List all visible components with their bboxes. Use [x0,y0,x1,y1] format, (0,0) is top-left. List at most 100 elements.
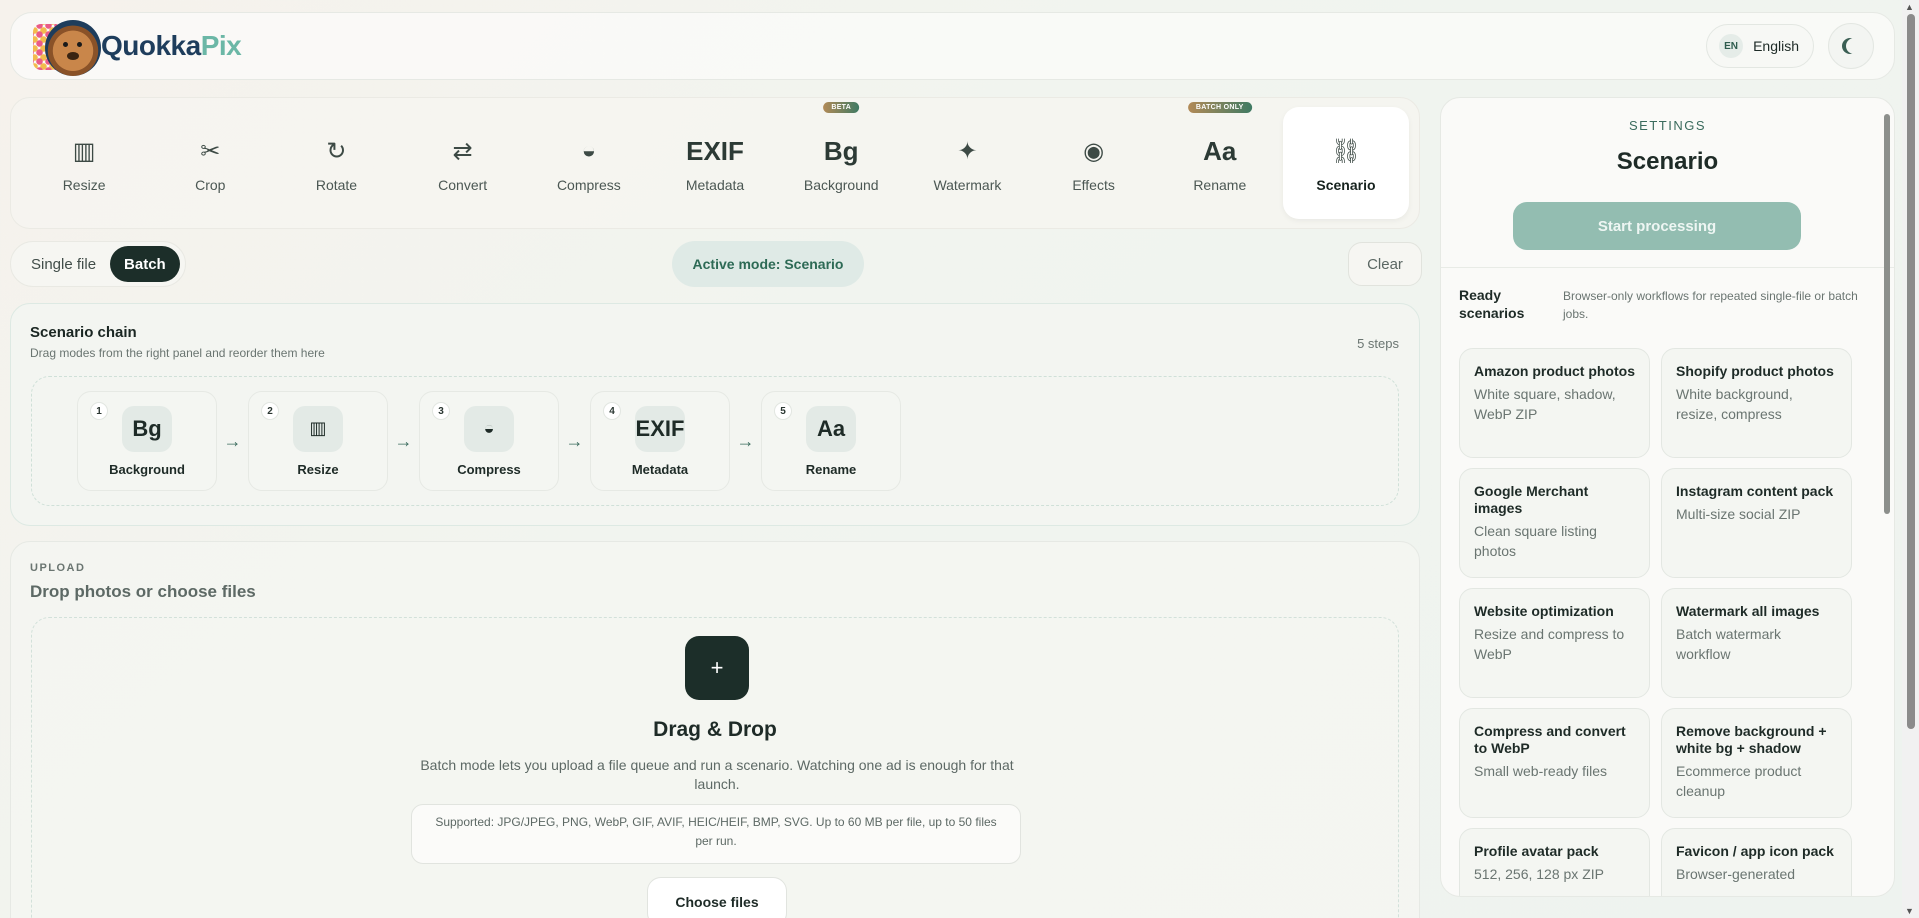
scenario-card-description: Multi-size social ZIP [1676,506,1801,522]
scenario-card-title: Favicon / app icon pack [1676,843,1834,859]
scenario-card-title: Watermark all images [1676,603,1820,619]
watermark-icon: ✦ [957,137,978,165]
scenario-card[interactable]: Google Merchant images Clean square listi… [1459,468,1650,578]
scroll-up-icon[interactable]: ▲ [1905,2,1914,12]
tab-rotate[interactable]: ↻ Rotate [273,107,399,219]
scenario-card-description: Clean square listing photos [1474,523,1597,559]
step-number: 2 [261,402,279,420]
batch-option[interactable]: Batch [110,246,180,282]
step-icon: Aa [806,405,856,452]
upload-dropzone[interactable]: + Drag & Drop Batch mode lets you upload… [31,617,1399,918]
scenario-card[interactable]: Instagram content pack Multi-size social … [1661,468,1852,578]
chain-arrow-icon: → [394,430,413,451]
convert-icon: ⇄ [452,137,473,165]
rename-icon: Aa [1203,135,1237,166]
settings-scrollbar[interactable] [1883,104,1891,884]
scenario-card-description: White square, shadow, WebP ZIP [1474,386,1616,422]
scenario-card[interactable]: Profile avatar pack 512, 256, 128 px ZIP [1459,828,1650,896]
scenario-card-description: Small web-ready files [1474,763,1608,779]
quokka-logo-icon [33,18,105,76]
scenario-card[interactable]: Website optimization Resize and compress … [1459,588,1650,698]
exif-icon: EXIF [686,135,744,166]
tab-scenario[interactable]: ⛓ Scenario [1282,107,1410,219]
tab-convert[interactable]: ⇄ Convert [400,107,526,219]
tab-rename[interactable]: BATCH ONLY Aa Rename [1157,102,1283,219]
scenario-card-title: Remove background + white bg + shadow [1676,723,1827,756]
step-number: 4 [603,402,621,420]
chain-step-metadata[interactable]: 4 EXIF Metadata [590,391,730,491]
scenario-card[interactable]: Remove background + white bg + shadow Eco… [1661,708,1852,818]
step-label: Resize [297,461,339,477]
page-scroll-thumb[interactable] [1907,14,1915,729]
settings-divider [1441,267,1894,268]
language-button[interactable]: EN English [1706,24,1814,68]
logo[interactable]: QuokkaPix [33,18,242,76]
compress-icon: ◒ [581,137,597,164]
file-mode-switch: Single file Batch [10,241,186,287]
start-processing-button[interactable]: Start processing [1513,202,1801,250]
scenario-card-title: Amazon product photos [1474,363,1635,379]
mode-label: Compress [556,177,621,193]
rotate-icon: ↻ [326,137,347,165]
page-scrollbar[interactable]: ▲ ▼ [1902,0,1919,918]
chain-arrow-icon: → [565,430,584,451]
chain-step-resize[interactable]: 2 ▥ Resize [248,391,388,491]
tab-background[interactable]: BETA Bg Background [778,102,904,219]
step-icon: ◒ [464,405,514,452]
tab-effects[interactable]: ◉ Effects [1031,107,1157,219]
logo-text: QuokkaPix [101,30,242,61]
supported-formats-note: Supported: JPG/JPEG, PNG, WebP, GIF, AVI… [411,804,1021,864]
scenario-card-title: Google Merchant images [1474,483,1589,516]
scenario-card-title: Instagram content pack [1676,483,1834,499]
tab-compress[interactable]: ◒ Compress [526,107,652,219]
language-code-badge: EN [1719,34,1744,58]
scenario-card[interactable]: Favicon / app icon pack Browser-generated [1661,828,1852,896]
scroll-down-icon[interactable]: ▼ [1905,906,1914,916]
upload-eyebrow: UPLOAD [30,562,86,574]
upload-title: Drop photos or choose files [30,582,256,601]
step-icon: EXIF [635,405,685,452]
mode-label: Rename [1193,177,1247,193]
scenario-card-description: White background, resize, compress [1676,386,1793,422]
mode-tabs: ▥ Resize ✂ Crop ↻ Rotate ⇄ Convert ◒ Compress EXIF… [10,97,1420,229]
tab-crop[interactable]: ✂ Crop [147,107,273,219]
chain-step-rename[interactable]: 5 Aa Rename [761,391,901,491]
plus-icon[interactable]: + [685,636,749,700]
ready-scenarios-description: Browser-only workflows for repeated sing… [1563,289,1858,321]
crop-icon: ✂ [200,137,221,165]
single-file-option[interactable]: Single file [15,246,110,282]
scenario-card[interactable]: Watermark all images Batch watermark work… [1661,588,1852,698]
chain-arrow-icon: → [223,430,242,451]
chain-step-compress[interactable]: 3 ◒ Compress [419,391,559,491]
chain-step-background[interactable]: 1 Bg Background [77,391,217,491]
scenario-cards: Amazon product photos White square, shado… [1459,348,1855,896]
clear-button[interactable]: Clear [1348,242,1422,286]
scenario-card-title: Profile avatar pack [1474,843,1599,859]
scenario-card[interactable]: Shopify product photos White background, … [1661,348,1852,458]
chain-dropzone[interactable]: 1 Bg Background → 2 ▥ Resize → 3 ◒ Compress → 4 EXIF M… [31,376,1399,506]
drag-drop-description: Batch mode lets you upload a file queue … [420,757,1014,792]
settings-eyebrow: SETTINGS [1628,118,1706,133]
tab-resize[interactable]: ▥ Resize [21,107,147,219]
top-header: QuokkaPix EN English [10,12,1895,80]
choose-files-button[interactable]: Choose files [647,877,787,918]
scenario-card[interactable]: Amazon product photos White square, shado… [1459,348,1650,458]
tab-metadata[interactable]: EXIF Metadata [652,107,778,219]
step-number: 5 [774,402,792,420]
mode-badge: BETA [823,102,860,113]
scenario-card[interactable]: Compress and convert to WebP Small web-re… [1459,708,1650,818]
settings-title: Scenario [1616,148,1719,175]
drag-drop-title: Drag & Drop [653,718,777,741]
mode-label: Crop [195,177,226,193]
header-actions: EN English [1706,23,1874,69]
tab-watermark[interactable]: ✦ Watermark [904,107,1030,219]
theme-toggle-button[interactable] [1828,23,1874,69]
step-label: Rename [805,461,857,477]
effects-icon: ◉ [1083,137,1105,165]
scenario-chain-panel: Scenario chain Drag modes from the right… [10,303,1420,526]
scenario-card-description: Browser-generated [1676,866,1796,882]
chain-subtitle: Drag modes from the right panel and reor… [30,346,325,360]
step-label: Background [109,461,185,477]
mode-label: Scenario [1316,177,1376,193]
mode-label: Background [803,177,879,193]
